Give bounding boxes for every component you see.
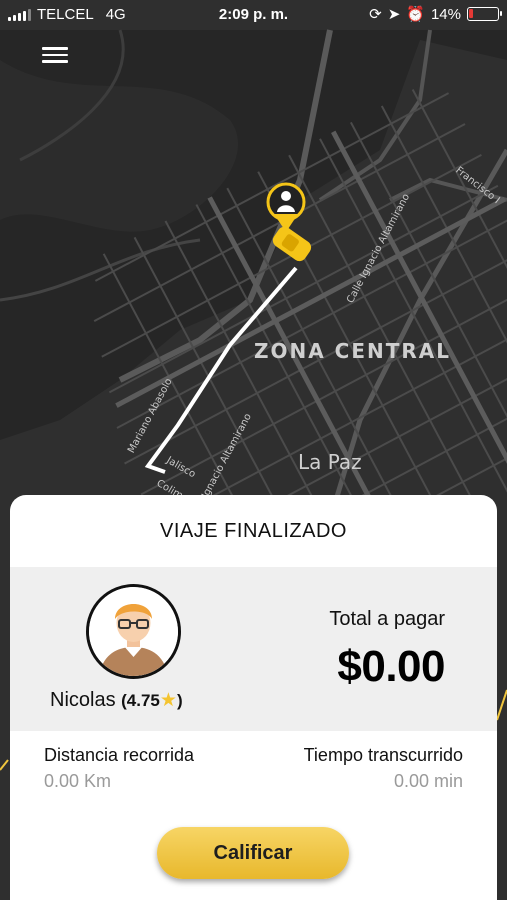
driver-name-text: Nicolas	[50, 689, 116, 711]
time-stat: Tiempo transcurrido 0.00 min	[304, 745, 463, 792]
driver-rating-close: )	[176, 691, 183, 710]
rate-button[interactable]: Calificar	[157, 827, 349, 879]
battery-percent: 14%	[430, 5, 461, 23]
total-label: Total a pagar	[329, 608, 445, 630]
driver-avatar	[86, 584, 181, 679]
star-icon: ★	[159, 690, 177, 711]
time-label: Tiempo transcurrido	[303, 745, 463, 765]
distance-stat: Distancia recorrida 0.00 Km	[44, 745, 194, 792]
distance-value: 0.00 Km	[44, 771, 112, 791]
trip-summary-sheet: VIAJE FINALIZADO Nicolas (4.75★) Total a…	[10, 495, 497, 900]
total-amount: $0.00	[337, 642, 445, 691]
driver-name: Nicolas (4.75★)	[50, 689, 183, 712]
trip-status-title: VIAJE FINALIZADO	[160, 519, 347, 542]
distance-label: Distancia recorrida	[44, 745, 195, 765]
driver-avatar-illustration	[89, 587, 178, 676]
alarm-icon: ⏰	[406, 6, 425, 23]
time-value: 0.00 min	[393, 771, 463, 791]
map-label-zona-central: ZONA CENTRAL	[254, 339, 452, 363]
location-icon: ➤	[387, 6, 401, 23]
map-label-la-paz: La Paz	[298, 450, 362, 474]
status-bar: TELCEL 4G 2:09 p. m. ⟳ ➤ ⏰ 14%	[0, 0, 507, 30]
driver-rating: (4.75	[121, 691, 160, 710]
hamburger-menu-icon[interactable]	[40, 44, 70, 68]
lock-rotation-icon: ⟳	[369, 6, 382, 23]
driver-payment-band: Nicolas (4.75★) Total a pagar $0.00	[10, 567, 497, 731]
battery-icon	[467, 7, 502, 21]
